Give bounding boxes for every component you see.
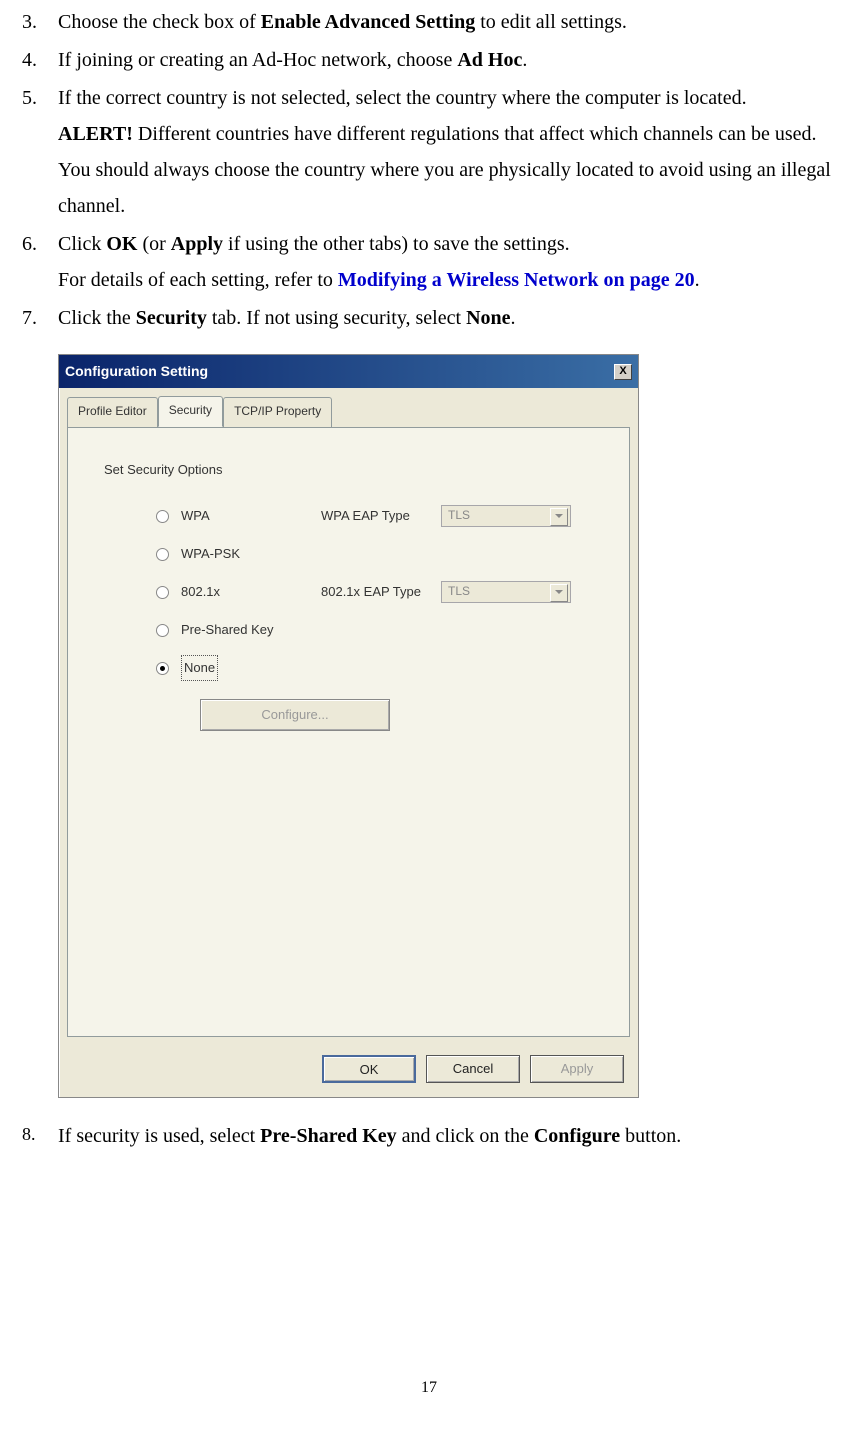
configure-button[interactable]: Configure... (200, 699, 390, 731)
item-text: If the correct country is not selected, … (50, 80, 838, 224)
ok-button[interactable]: OK (322, 1055, 416, 1083)
item-number: 6. (20, 226, 50, 298)
option-wpa-psk[interactable]: WPA-PSK (156, 543, 599, 565)
config-dialog: Configuration Setting X Profile Editor S… (58, 354, 639, 1098)
tab-security[interactable]: Security (158, 396, 223, 427)
security-options: WPA WPA EAP Type TLS WPA-PSK 802.1x 802.… (156, 505, 599, 731)
list-item-4: 4. If joining or creating an Ad-Hoc netw… (20, 42, 838, 78)
item-number: 8. (20, 1118, 50, 1154)
list-item-8: 8. If security is used, select Pre-Share… (20, 1118, 838, 1154)
tab-tcpip[interactable]: TCP/IP Property (223, 397, 332, 428)
dialog-titlebar: Configuration Setting X (59, 355, 638, 388)
option-8021x[interactable]: 802.1x 802.1x EAP Type TLS (156, 581, 599, 603)
tab-bar: Profile Editor Security TCP/IP Property (59, 388, 638, 427)
dialog-button-row: OK Cancel Apply (59, 1045, 638, 1097)
item-number: 4. (20, 42, 50, 78)
radio-icon[interactable] (156, 586, 169, 599)
item-number: 3. (20, 4, 50, 40)
item-text: Choose the check box of Enable Advanced … (50, 4, 838, 40)
option-none[interactable]: None (156, 657, 599, 679)
list-item-3: 3. Choose the check box of Enable Advanc… (20, 4, 838, 40)
instruction-list: 3. Choose the check box of Enable Advanc… (20, 4, 838, 336)
option-wpa[interactable]: WPA WPA EAP Type TLS (156, 505, 599, 527)
item-number: 5. (20, 80, 50, 224)
crossref-link[interactable]: Modifying a Wireless Network on page 20 (338, 269, 695, 291)
8021x-eap-dropdown[interactable]: TLS (441, 581, 571, 603)
close-button[interactable]: X (614, 364, 632, 380)
dialog-title: Configuration Setting (65, 359, 208, 384)
item-number: 7. (20, 300, 50, 336)
wpa-eap-dropdown[interactable]: TLS (441, 505, 571, 527)
list-item-6: 6. Click OK (or Apply if using the other… (20, 226, 838, 298)
radio-icon[interactable] (156, 548, 169, 561)
radio-icon[interactable] (156, 510, 169, 523)
group-label: Set Security Options (104, 458, 599, 481)
radio-icon[interactable] (156, 662, 169, 675)
document-body: 3. Choose the check box of Enable Advanc… (20, 0, 838, 1403)
list-item-5: 5. If the correct country is not selecte… (20, 80, 838, 224)
chevron-down-icon (555, 590, 563, 594)
page-number: 17 (20, 1374, 838, 1403)
instruction-list-cont: 8. If security is used, select Pre-Share… (20, 1118, 838, 1154)
chevron-down-icon (555, 514, 563, 518)
tab-profile-editor[interactable]: Profile Editor (67, 397, 158, 428)
option-preshared-key[interactable]: Pre-Shared Key (156, 619, 599, 641)
list-item-7: 7. Click the Security tab. If not using … (20, 300, 838, 336)
radio-icon[interactable] (156, 624, 169, 637)
tab-panel-security: Set Security Options WPA WPA EAP Type TL… (67, 427, 630, 1037)
cancel-button[interactable]: Cancel (426, 1055, 520, 1083)
item-text: Click the Security tab. If not using sec… (50, 300, 838, 336)
item-text: If joining or creating an Ad-Hoc network… (50, 42, 838, 78)
item-text: If security is used, select Pre-Shared K… (50, 1118, 838, 1154)
apply-button[interactable]: Apply (530, 1055, 624, 1083)
item-text: Click OK (or Apply if using the other ta… (50, 226, 838, 298)
